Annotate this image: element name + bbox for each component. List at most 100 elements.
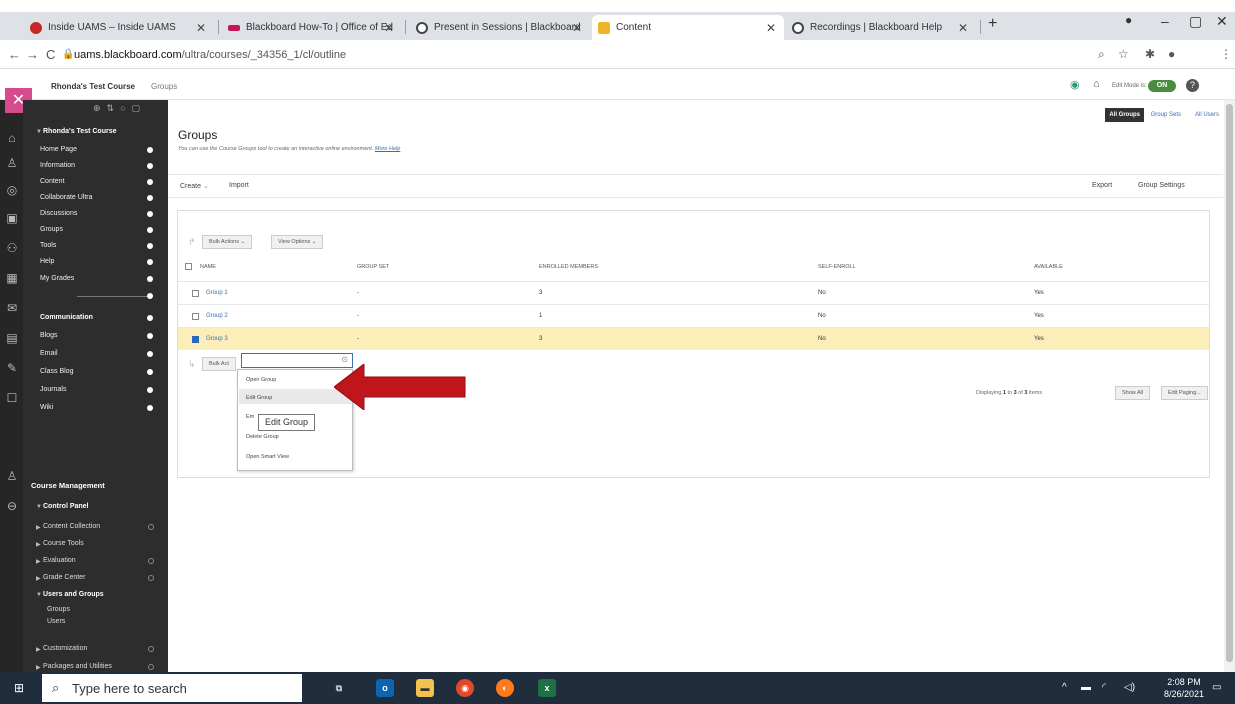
url-field[interactable]: uams.blackboard.com/ultra/courses/_34356… <box>74 49 346 61</box>
course-menu-item[interactable]: Tools <box>40 242 56 249</box>
menu-item-open-smart-view[interactable]: Open Smart View <box>246 454 289 460</box>
course-menu-title[interactable]: Rhonda's Test Course <box>43 128 117 135</box>
control-panel[interactable]: Control Panel <box>43 503 89 510</box>
activity-icon[interactable]: ◎ <box>4 182 20 198</box>
file-explorer-icon[interactable]: ▬ <box>416 679 434 697</box>
control-panel-item[interactable]: Evaluation <box>43 557 76 564</box>
row-checkbox[interactable] <box>192 290 199 297</box>
create-button[interactable]: Create ⌄ <box>180 182 209 190</box>
show-all-button[interactable]: Show All <box>1115 386 1151 400</box>
collapse-arrow-icon[interactable]: ▼ <box>36 592 42 598</box>
close-tab-icon[interactable]: ✕ <box>572 21 582 35</box>
course-name[interactable]: Rhonda's Test Course <box>51 82 135 91</box>
messages-icon[interactable]: ✉ <box>4 300 20 316</box>
edit-paging-button[interactable]: Edit Paging... <box>1161 386 1208 400</box>
course-menu-item[interactable]: Journals <box>40 386 66 393</box>
edit-mode-toggle[interactable]: ON <box>1148 80 1176 92</box>
expand-arrow-icon[interactable]: ▶ <box>36 664 41 671</box>
expand-arrow-icon[interactable]: ▶ <box>36 541 41 548</box>
profile-icon[interactable]: ● <box>1125 13 1132 27</box>
course-menu-item[interactable]: Blogs <box>40 332 58 339</box>
bulk-actions-button[interactable]: Bulk Actions ⌄ <box>202 235 253 249</box>
expand-arrow-icon[interactable]: ▶ <box>36 524 41 531</box>
reload-icon[interactable]: C <box>46 47 55 62</box>
expand-arrow-icon[interactable]: ▶ <box>36 646 41 653</box>
excel-icon[interactable]: x <box>538 679 556 697</box>
taskbar-clock[interactable]: 2:08 PM 8/26/2021 <box>1164 676 1204 700</box>
view-options-button[interactable]: View Options ⌄ <box>271 235 324 249</box>
control-panel-item[interactable]: Grade Center <box>43 574 85 581</box>
course-menu-tools[interactable]: ⊕⇅○▢ <box>93 103 146 114</box>
menu-item-email-group[interactable]: Em <box>246 414 254 420</box>
users-groups-sub-item[interactable]: Users <box>47 618 65 625</box>
close-tab-icon[interactable]: ✕ <box>766 21 776 35</box>
expand-arrow-icon[interactable]: ▶ <box>36 575 41 582</box>
institution-icon[interactable]: ⌂ <box>4 130 20 146</box>
calendar-icon[interactable]: ▦ <box>4 270 20 286</box>
browser-tab[interactable]: Inside UAMS – Inside UAMS ✕ <box>24 15 214 40</box>
tray-overflow-icon[interactable]: ^ <box>1062 682 1067 693</box>
close-tab-icon[interactable]: ✕ <box>196 21 206 35</box>
close-tab-icon[interactable]: ✕ <box>384 21 394 35</box>
new-tab-button[interactable]: + <box>988 15 997 33</box>
control-panel-item[interactable]: Content Collection <box>43 523 100 530</box>
extensions-icon[interactable]: ✱ <box>1145 47 1155 61</box>
browser-tab[interactable]: Recordings | Blackboard Help ✕ <box>786 15 976 40</box>
more-help-link[interactable]: More Help <box>375 146 400 152</box>
select-all-checkbox[interactable] <box>185 263 192 270</box>
windows-start-icon[interactable]: ⊞ <box>14 681 28 695</box>
course-menu-item[interactable]: Class Blog <box>40 368 73 375</box>
close-tab-icon[interactable]: ✕ <box>958 21 968 35</box>
firefox-icon[interactable]: ◐ <box>496 679 514 697</box>
battery-icon[interactable]: ▬ <box>1081 682 1091 693</box>
menu-item-open-group[interactable]: Open Group <box>246 377 276 383</box>
column-header-enrolled[interactable]: ENROLLED MEMBERS <box>539 264 598 270</box>
column-header-name[interactable]: NAME <box>200 264 216 270</box>
course-menu-item[interactable]: Wiki <box>40 404 53 411</box>
course-menu-item[interactable]: Discussions <box>40 210 77 217</box>
lock-icon[interactable]: ⌂ <box>1093 78 1100 90</box>
control-panel-item[interactable]: Users and Groups <box>43 591 104 598</box>
tools-icon[interactable]: ✎ <box>4 360 20 376</box>
group-name-link[interactable]: Group 1 <box>206 290 228 296</box>
scroll-thumb[interactable] <box>1226 104 1233 662</box>
grades-icon[interactable]: ▤ <box>4 330 20 346</box>
row-checkbox[interactable] <box>192 313 199 320</box>
group-name-link[interactable]: Group 2 <box>206 313 228 319</box>
users-groups-sub-item[interactable]: Groups <box>47 606 70 613</box>
browser-tab-active[interactable]: Content ✕ <box>592 15 784 40</box>
tab-group-sets[interactable]: Group Sets <box>1147 108 1185 122</box>
course-menu-item[interactable]: Groups <box>40 226 63 233</box>
course-menu-item[interactable]: Email <box>40 350 58 357</box>
column-header-group-set[interactable]: GROUP SET <box>357 264 389 270</box>
taskbar-search[interactable]: ⌕ Type here to search <box>42 674 302 702</box>
export-button[interactable]: Export <box>1092 182 1112 189</box>
course-menu-item[interactable]: Content <box>40 178 65 185</box>
assist-icon[interactable]: ☐ <box>4 390 20 406</box>
minimize-icon[interactable]: – <box>1161 13 1169 29</box>
expand-arrow-icon[interactable]: ▼ <box>36 129 42 135</box>
context-menu-toggle-icon[interactable]: ⊙ <box>341 355 348 364</box>
course-menu-item[interactable]: Help <box>40 258 54 265</box>
collapse-arrow-icon[interactable]: ▼ <box>36 504 42 510</box>
column-header-self-enroll[interactable]: SELF-ENROLL <box>818 264 856 270</box>
zoom-icon[interactable]: ⌕ <box>1098 47 1105 62</box>
menu-item-delete-group[interactable]: Delete Group <box>246 434 279 440</box>
volume-icon[interactable]: ◁) <box>1124 682 1135 693</box>
tab-all-users[interactable]: All Users <box>1191 108 1223 122</box>
bookmark-star-icon[interactable]: ☆ <box>1118 47 1129 61</box>
close-window-icon[interactable]: ✕ <box>1216 13 1228 30</box>
browser-tab[interactable]: Blackboard How-To | Office of Ed ✕ <box>222 15 402 40</box>
control-panel-item[interactable]: Course Tools <box>43 540 84 547</box>
menu-item-edit-group[interactable]: Edit Group <box>246 395 272 401</box>
maximize-icon[interactable]: ▢ <box>1189 13 1202 30</box>
expand-arrow-icon[interactable]: ▶ <box>36 558 41 565</box>
tab-all-groups[interactable]: All Groups <box>1105 108 1144 122</box>
course-menu-item[interactable]: My Grades <box>40 275 74 282</box>
import-button[interactable]: Import <box>229 182 249 189</box>
browser-tab[interactable]: Present in Sessions | Blackboard ✕ <box>410 15 590 40</box>
chrome-icon[interactable]: ◉ <box>456 679 474 697</box>
browser-menu-icon[interactable]: ⋮ <box>1220 47 1232 61</box>
outlook-icon[interactable]: o <box>376 679 394 697</box>
wifi-icon[interactable]: ◜ <box>1102 682 1106 693</box>
